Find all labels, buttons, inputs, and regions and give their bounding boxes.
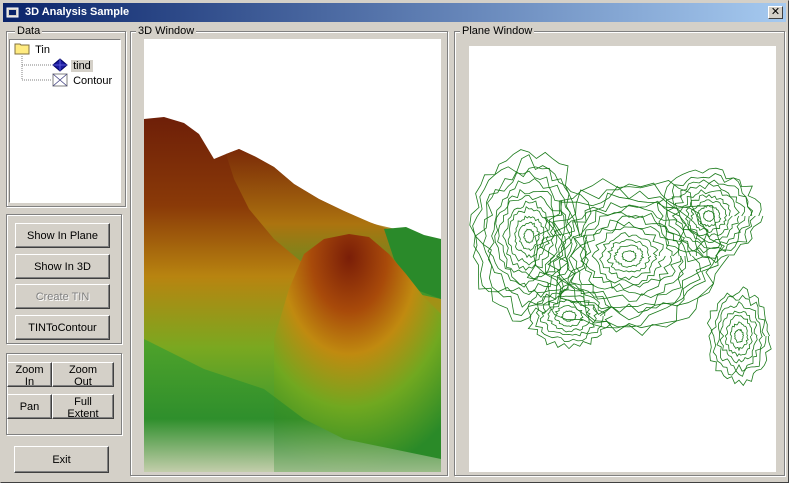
main-window: 3D Analysis Sample ✕ Data Tin tind Conto… — [0, 0, 789, 483]
show-in-plane-button[interactable]: Show In Plane — [15, 223, 110, 248]
tree-item-tin[interactable]: Tin — [14, 42, 52, 56]
contour-line — [729, 321, 749, 352]
show-in-3d-button[interactable]: Show In 3D — [15, 254, 110, 279]
contour-line — [547, 299, 591, 333]
layer-tree[interactable]: Tin tind Contour — [9, 39, 121, 203]
contour-line — [469, 149, 592, 322]
tree-item-tind[interactable]: tind — [52, 58, 93, 72]
tree-item-contour[interactable]: Contour — [52, 73, 114, 87]
zoom-in-button[interactable]: Zoom In — [7, 362, 52, 388]
terrain-render — [144, 117, 441, 472]
contour-line — [702, 210, 715, 222]
tin-to-contour-button[interactable]: TINToContour — [15, 315, 110, 340]
pan-button[interactable]: Pan — [7, 394, 52, 419]
contour-line — [502, 200, 555, 271]
contour-line — [734, 328, 744, 344]
app-icon — [6, 7, 19, 18]
close-button[interactable]: ✕ — [768, 6, 783, 19]
contour-line — [621, 250, 637, 263]
contour-line — [523, 228, 535, 244]
folder-icon — [14, 43, 30, 55]
plane-view-legend: Plane Window — [460, 25, 535, 37]
contour-line — [591, 226, 666, 286]
contour-line — [527, 283, 613, 350]
plane-view-canvas[interactable] — [469, 46, 776, 472]
zoom-out-button[interactable]: Zoom Out — [52, 362, 114, 388]
create-tin-button[interactable]: Create TIN — [15, 284, 110, 309]
tree-item-label: Contour — [73, 75, 113, 87]
close-icon: ✕ — [770, 6, 781, 18]
window-title: 3D Analysis Sample — [25, 6, 130, 18]
contour-layer-icon — [52, 73, 68, 87]
contour-line — [696, 204, 722, 228]
tree-item-label: Tin — [35, 44, 50, 56]
contour-line — [613, 244, 645, 268]
contour-map — [469, 149, 772, 387]
exit-button[interactable]: Exit — [14, 446, 109, 473]
view-3d-legend: 3D Window — [136, 25, 197, 37]
view-3d-canvas[interactable] — [144, 39, 441, 472]
tin-layer-icon — [52, 58, 68, 72]
data-group-legend: Data — [15, 25, 43, 37]
title-bar[interactable]: 3D Analysis Sample ✕ — [3, 3, 786, 22]
tree-item-label: tind — [71, 60, 93, 72]
contour-line — [507, 206, 551, 266]
full-extent-button[interactable]: Full Extent — [52, 394, 114, 420]
